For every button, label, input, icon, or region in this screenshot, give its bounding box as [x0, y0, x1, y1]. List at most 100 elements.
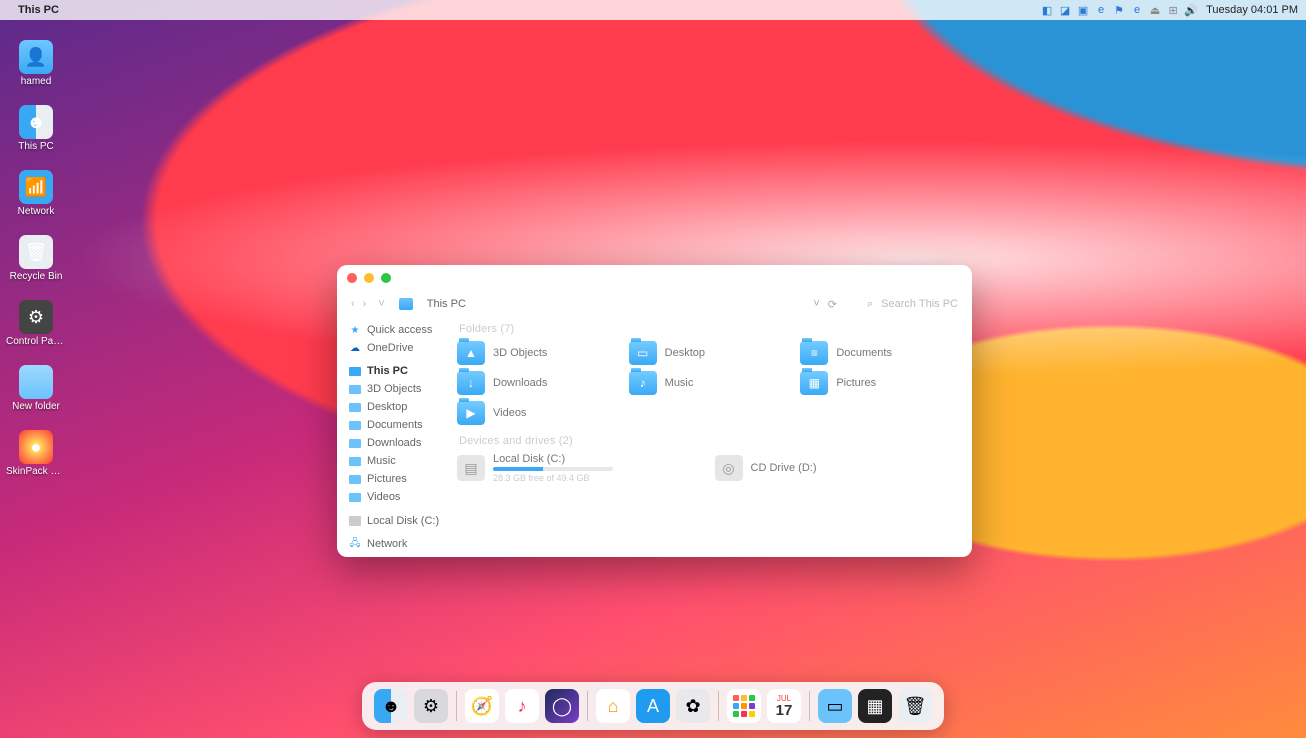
drive-label: Local Disk (C:) [493, 453, 613, 465]
folder-item[interactable]: ▭Desktop [629, 341, 791, 365]
dock-calendar[interactable]: JUL17 [767, 689, 801, 723]
folder-icon [19, 365, 53, 399]
search-icon[interactable]: ⌕ [867, 298, 873, 311]
desktop-icon[interactable]: 👤hamed [6, 40, 66, 87]
sidebar-label: Desktop [367, 401, 407, 413]
file-explorer-window: ‹ › ˅ This PC ˅ ⟳ ⌕ Search This PC ★Quic… [337, 265, 972, 557]
menubar-app-title[interactable]: This PC [18, 4, 59, 16]
tray-icon[interactable]: ◪ [1058, 3, 1072, 17]
folder-icon: ≡ [800, 341, 828, 365]
folder-label: 3D Objects [493, 347, 547, 359]
folder-icon [349, 383, 361, 395]
back-button[interactable]: ‹ [351, 298, 355, 310]
close-button[interactable] [347, 273, 357, 283]
tray-icon[interactable]: ⚑ [1112, 3, 1126, 17]
window-titlebar[interactable] [337, 265, 972, 291]
folder-item[interactable]: ≡Documents [800, 341, 962, 365]
dock-settings[interactable]: ⚙ [414, 689, 448, 723]
folder-label: Videos [493, 407, 526, 419]
sidebar-item[interactable]: Music [349, 454, 449, 468]
sidebar-item[interactable]: Documents [349, 418, 449, 432]
dock-music[interactable]: ♪ [505, 689, 539, 723]
sidebar-item[interactable]: 3D Objects [349, 382, 449, 396]
folder-item[interactable]: ▲ 3D Objects [457, 341, 619, 365]
folder-item[interactable]: ↓Downloads [457, 371, 619, 395]
sidebar-label: Quick access [367, 324, 432, 336]
dock: ☻ ⚙ 🧭 ♪ ◯ ⌂ A ✿ JUL17 ▭ ▦ 🗑 [362, 682, 944, 730]
pc-icon [399, 298, 413, 310]
drive-icon: ◎ [715, 455, 743, 481]
view-dropdown-icon[interactable]: ˅ [813, 298, 819, 310]
skinpack-icon: ● [19, 430, 53, 464]
dock-mission-control[interactable]: ▦ [858, 689, 892, 723]
sidebar-label: Pictures [367, 473, 407, 485]
tray-icon[interactable]: e [1130, 3, 1144, 17]
sidebar-label: Music [367, 455, 396, 467]
user-folder-icon: 👤 [19, 40, 53, 74]
dock-launchpad[interactable] [727, 689, 761, 723]
sidebar-item[interactable]: Desktop [349, 400, 449, 414]
tray-volume-icon[interactable]: 🔊 [1184, 3, 1198, 17]
desktop-icon-label: Network [18, 206, 55, 217]
folder-label: Downloads [493, 377, 547, 389]
folder-item[interactable]: ♪Music [629, 371, 791, 395]
menubar: This PC ◧ ◪ ▣ e ⚑ e ⏏ ⊞ 🔊 Tuesday 04:01 … [0, 0, 1306, 20]
folder-icon [349, 491, 361, 503]
dock-finder[interactable]: ☻ [374, 689, 408, 723]
sidebar-item[interactable]: ★Quick access [349, 323, 449, 337]
sidebar-item[interactable]: This PC [349, 364, 449, 378]
desktop-icon[interactable]: ● SkinPack macOS B… [6, 430, 66, 477]
dock-siri[interactable]: ◯ [545, 689, 579, 723]
sidebar-label: 3D Objects [367, 383, 421, 395]
dock-safari[interactable]: 🧭 [465, 689, 499, 723]
desktop-icon[interactable]: 🗑Recycle Bin [6, 235, 66, 282]
search-input[interactable]: Search This PC [881, 298, 958, 310]
drive-free: 28.3 GB free of 49.4 GB [493, 473, 613, 483]
up-button[interactable]: ˅ [378, 298, 384, 310]
dock-home[interactable]: ⌂ [596, 689, 630, 723]
sidebar-label: Downloads [367, 437, 421, 449]
dock-shortcuts[interactable]: ✿ [676, 689, 710, 723]
tray-icon[interactable]: ◧ [1040, 3, 1054, 17]
folders-grid: ▲ 3D Objects ▭Desktop ≡Documents ↓Downloads ♪… [457, 341, 962, 425]
sidebar-item[interactable]: ☁OneDrive [349, 341, 449, 355]
desktop-icon[interactable]: ☻This PC [6, 105, 66, 152]
trash-icon: 🗑 [19, 235, 53, 269]
drive-item[interactable]: ◎ CD Drive (D:) [715, 453, 963, 483]
drive-item[interactable]: ▤Local Disk (C:)28.3 GB free of 49.4 GB [457, 453, 705, 483]
folder-item[interactable]: ▶Videos [457, 401, 619, 425]
dock-appstore[interactable]: A [636, 689, 670, 723]
sidebar-item[interactable]: 🖧Network [349, 537, 449, 551]
maximize-button[interactable] [381, 273, 391, 283]
tray-icon[interactable]: e [1094, 3, 1108, 17]
sidebar-item[interactable]: Pictures [349, 472, 449, 486]
refresh-button[interactable]: ⟳ [828, 298, 837, 311]
desktop-icon[interactable]: New folder [6, 365, 66, 412]
dock-show-desktop[interactable]: ▭ [818, 689, 852, 723]
forward-button[interactable]: › [363, 298, 367, 310]
drive-label: CD Drive (D:) [751, 462, 817, 474]
sidebar-item[interactable]: Videos [349, 490, 449, 504]
dock-trash[interactable]: 🗑 [898, 689, 932, 723]
desktop-icons: 👤hamed ☻This PC 📶Network 🗑Recycle Bin ⚙Contr… [6, 40, 66, 477]
desktop-icon[interactable]: 📶Network [6, 170, 66, 217]
folder-item[interactable]: ▦Pictures [800, 371, 962, 395]
tray-icon[interactable]: ▣ [1076, 3, 1090, 17]
folder-icon: ▲ [457, 341, 485, 365]
dock-separator [718, 691, 719, 721]
desktop-icon-label: SkinPack macOS B… [6, 466, 66, 477]
desktop-icon[interactable]: ⚙Control Panel [6, 300, 66, 347]
sidebar-item[interactable]: Local Disk (C:) [349, 514, 449, 528]
sidebar-label: Documents [367, 419, 423, 431]
folder-icon [349, 401, 361, 413]
folder-icon [349, 437, 361, 449]
address-bar[interactable]: This PC [427, 298, 466, 310]
minimize-button[interactable] [364, 273, 374, 283]
menubar-clock[interactable]: Tuesday 04:01 PM [1206, 4, 1298, 16]
sidebar: ★Quick access ☁OneDrive This PC 3D Objects D… [337, 317, 449, 557]
tray-icon[interactable]: ⊞ [1166, 3, 1180, 17]
tray-icon[interactable]: ⏏ [1148, 3, 1162, 17]
sidebar-item[interactable]: Downloads [349, 436, 449, 450]
folder-label: Desktop [665, 347, 705, 359]
dock-separator [809, 691, 810, 721]
